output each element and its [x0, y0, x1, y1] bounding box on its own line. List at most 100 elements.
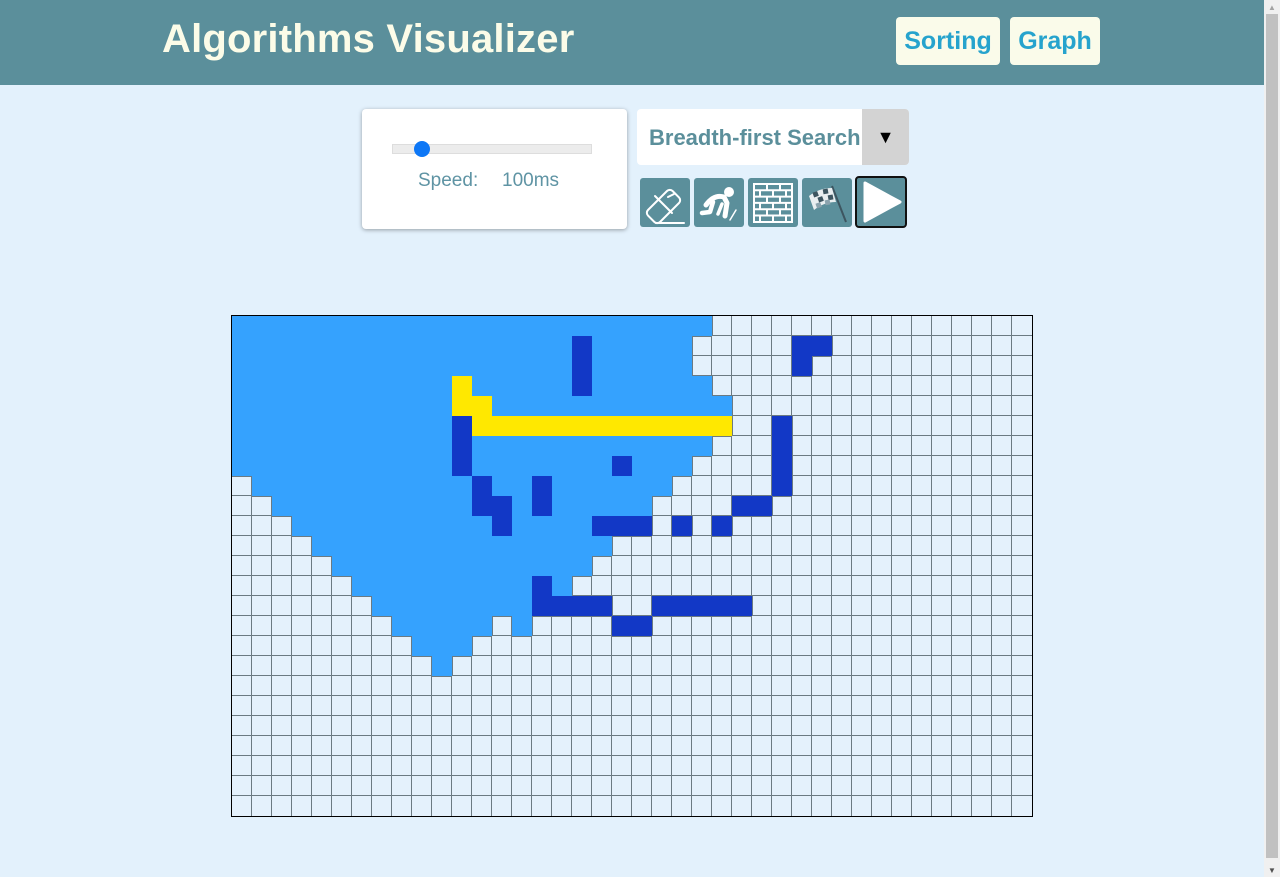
- grid-cell-unvisited[interactable]: [992, 416, 1012, 436]
- grid-cell-unvisited[interactable]: [292, 696, 312, 716]
- grid-cell-unvisited[interactable]: [632, 756, 652, 776]
- grid-cell-wall[interactable]: [732, 496, 752, 516]
- grid-cell-unvisited[interactable]: [772, 596, 792, 616]
- grid-cell-unvisited[interactable]: [232, 656, 252, 676]
- grid-cell-unvisited[interactable]: [692, 556, 712, 576]
- grid-cell-visited[interactable]: [352, 396, 372, 416]
- grid-cell-unvisited[interactable]: [672, 536, 692, 556]
- grid-cell-visited[interactable]: [312, 456, 332, 476]
- grid-cell-visited[interactable]: [652, 356, 672, 376]
- grid-cell-unvisited[interactable]: [292, 736, 312, 756]
- grid-cell-unvisited[interactable]: [792, 736, 812, 756]
- grid-cell-visited[interactable]: [532, 336, 552, 356]
- grid-cell-unvisited[interactable]: [592, 736, 612, 756]
- grid-cell-unvisited[interactable]: [992, 516, 1012, 536]
- grid-cell-unvisited[interactable]: [732, 776, 752, 796]
- grid-cell-visited[interactable]: [532, 516, 552, 536]
- grid-cell-visited[interactable]: [632, 496, 652, 516]
- grid-cell-unvisited[interactable]: [892, 636, 912, 656]
- grid-cell-unvisited[interactable]: [792, 756, 812, 776]
- grid-cell-unvisited[interactable]: [672, 676, 692, 696]
- grid-cell-visited[interactable]: [352, 436, 372, 456]
- grid-cell-unvisited[interactable]: [952, 536, 972, 556]
- grid-cell-unvisited[interactable]: [692, 456, 712, 476]
- grid-cell-wall[interactable]: [452, 436, 472, 456]
- grid-cell-wall[interactable]: [532, 596, 552, 616]
- grid-cell-unvisited[interactable]: [672, 476, 692, 496]
- grid-cell-visited[interactable]: [472, 536, 492, 556]
- grid-cell-unvisited[interactable]: [692, 736, 712, 756]
- grid-cell-visited[interactable]: [412, 616, 432, 636]
- grid-cell-visited[interactable]: [412, 456, 432, 476]
- grid-cell-visited[interactable]: [452, 556, 472, 576]
- grid-cell-visited[interactable]: [552, 536, 572, 556]
- grid-cell-unvisited[interactable]: [312, 696, 332, 716]
- grid-cell-unvisited[interactable]: [992, 616, 1012, 636]
- grid-cell-visited[interactable]: [532, 556, 552, 576]
- grid-cell-unvisited[interactable]: [672, 616, 692, 636]
- grid-cell-visited[interactable]: [312, 496, 332, 516]
- grid-cell-unvisited[interactable]: [952, 756, 972, 776]
- grid-cell-unvisited[interactable]: [932, 796, 952, 816]
- grid-cell-unvisited[interactable]: [912, 536, 932, 556]
- grid-cell-unvisited[interactable]: [532, 676, 552, 696]
- grid-cell-visited[interactable]: [472, 616, 492, 636]
- grid-cell-unvisited[interactable]: [292, 656, 312, 676]
- grid-cell-visited[interactable]: [312, 316, 332, 336]
- grid-cell-visited[interactable]: [612, 436, 632, 456]
- grid-cell-unvisited[interactable]: [652, 616, 672, 636]
- grid-cell-visited[interactable]: [692, 316, 712, 336]
- pathfinding-grid[interactable]: [231, 315, 1033, 817]
- grid-cell-unvisited[interactable]: [432, 676, 452, 696]
- grid-cell-unvisited[interactable]: [552, 616, 572, 636]
- grid-cell-unvisited[interactable]: [912, 376, 932, 396]
- grid-cell-path[interactable]: [652, 416, 672, 436]
- grid-cell-unvisited[interactable]: [232, 536, 252, 556]
- grid-cell-unvisited[interactable]: [832, 736, 852, 756]
- grid-cell-unvisited[interactable]: [912, 516, 932, 536]
- grid-cell-unvisited[interactable]: [512, 756, 532, 776]
- grid-cell-unvisited[interactable]: [852, 336, 872, 356]
- grid-cell-unvisited[interactable]: [712, 436, 732, 456]
- grid-cell-wall[interactable]: [732, 596, 752, 616]
- grid-cell-unvisited[interactable]: [332, 696, 352, 716]
- grid-cell-unvisited[interactable]: [552, 656, 572, 676]
- grid-cell-unvisited[interactable]: [252, 556, 272, 576]
- grid-cell-visited[interactable]: [472, 516, 492, 536]
- grid-cell-unvisited[interactable]: [452, 656, 472, 676]
- grid-cell-visited[interactable]: [552, 316, 572, 336]
- grid-cell-unvisited[interactable]: [452, 736, 472, 756]
- grid-cell-unvisited[interactable]: [892, 436, 912, 456]
- grid-cell-unvisited[interactable]: [952, 556, 972, 576]
- grid-cell-unvisited[interactable]: [992, 436, 1012, 456]
- grid-cell-unvisited[interactable]: [1012, 576, 1032, 596]
- grid-cell-unvisited[interactable]: [772, 336, 792, 356]
- grid-cell-unvisited[interactable]: [712, 796, 732, 816]
- grid-cell-unvisited[interactable]: [872, 516, 892, 536]
- grid-cell-unvisited[interactable]: [692, 516, 712, 536]
- grid-cell-visited[interactable]: [492, 396, 512, 416]
- grid-cell-unvisited[interactable]: [412, 676, 432, 696]
- grid-cell-visited[interactable]: [412, 436, 432, 456]
- grid-cell-visited[interactable]: [312, 396, 332, 416]
- grid-cell-unvisited[interactable]: [812, 676, 832, 696]
- grid-cell-unvisited[interactable]: [892, 496, 912, 516]
- grid-cell-unvisited[interactable]: [532, 756, 552, 776]
- grid-cell-path[interactable]: [452, 376, 472, 396]
- grid-cell-visited[interactable]: [412, 416, 432, 436]
- grid-cell-unvisited[interactable]: [992, 496, 1012, 516]
- grid-cell-unvisited[interactable]: [652, 736, 672, 756]
- grid-cell-unvisited[interactable]: [852, 316, 872, 336]
- grid-cell-unvisited[interactable]: [952, 476, 972, 496]
- grid-cell-unvisited[interactable]: [1012, 316, 1032, 336]
- grid-cell-unvisited[interactable]: [312, 796, 332, 816]
- grid-cell-unvisited[interactable]: [712, 616, 732, 636]
- grid-cell-unvisited[interactable]: [332, 716, 352, 736]
- grid-cell-visited[interactable]: [592, 476, 612, 496]
- grid-cell-visited[interactable]: [652, 436, 672, 456]
- grid-cell-unvisited[interactable]: [872, 436, 892, 456]
- grid-cell-path[interactable]: [472, 396, 492, 416]
- grid-cell-unvisited[interactable]: [812, 796, 832, 816]
- grid-cell-unvisited[interactable]: [892, 316, 912, 336]
- grid-cell-unvisited[interactable]: [272, 556, 292, 576]
